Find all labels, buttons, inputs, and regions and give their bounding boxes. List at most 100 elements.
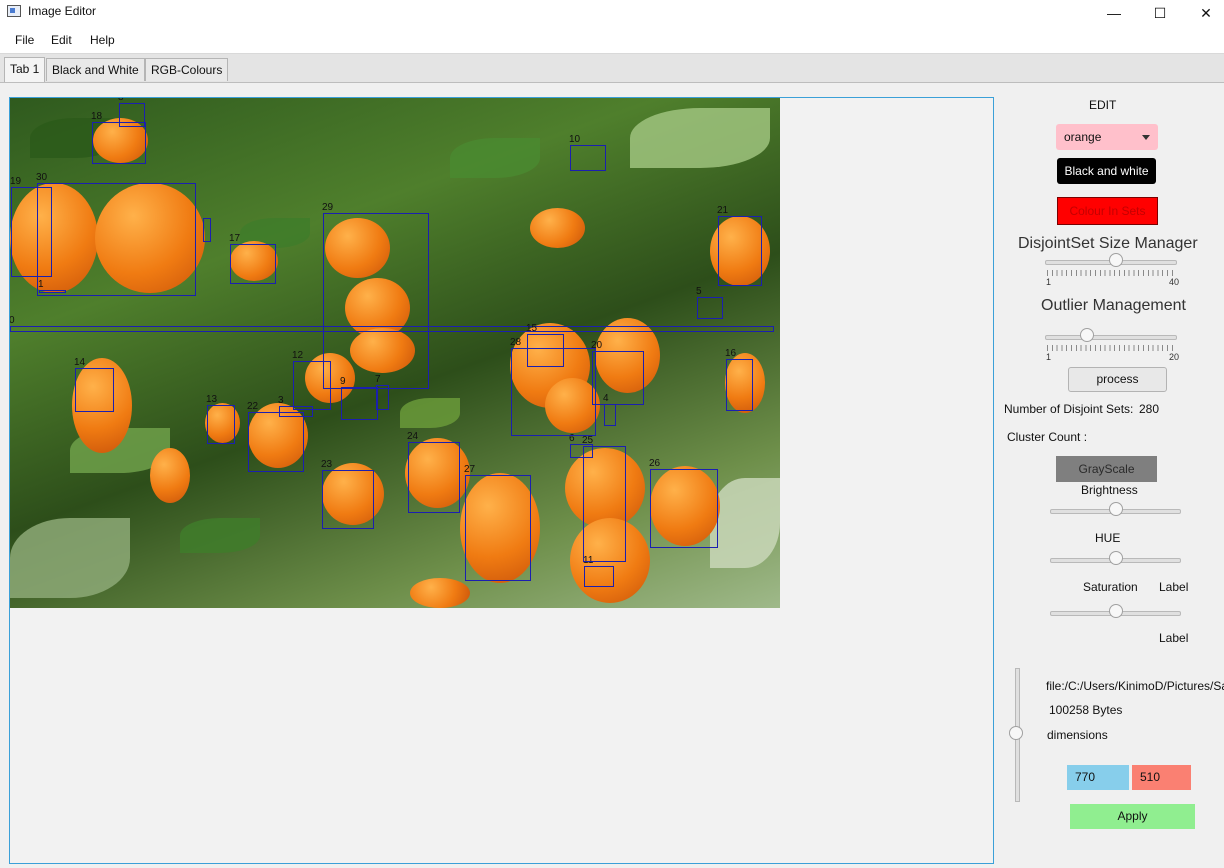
cluster-box bbox=[203, 218, 211, 242]
slider-thumb[interactable] bbox=[1109, 502, 1123, 516]
label-1: Label bbox=[1159, 580, 1189, 594]
cluster-box-label: 24 bbox=[407, 431, 419, 442]
cluster-box-label: 13 bbox=[206, 394, 218, 405]
cluster-box: 5 bbox=[696, 287, 723, 319]
cluster-box: 11 bbox=[583, 556, 614, 587]
brightness-label: Brightness bbox=[1081, 483, 1138, 497]
slider-thumb[interactable] bbox=[1109, 253, 1123, 267]
width-field[interactable]: 770 bbox=[1067, 765, 1129, 790]
cluster-box-label: 12 bbox=[292, 350, 304, 361]
grayscale-button[interactable]: GrayScale bbox=[1056, 456, 1157, 482]
colour-select-value: orange bbox=[1064, 130, 1102, 144]
cluster-box-label: 21 bbox=[717, 205, 729, 216]
cluster-box-label: 3 bbox=[278, 395, 284, 406]
slider-thumb[interactable] bbox=[1109, 604, 1123, 618]
file-size: 100258 Bytes bbox=[1049, 703, 1123, 717]
cluster-box: 4 bbox=[603, 394, 616, 426]
outlier-max-label: 20 bbox=[1169, 352, 1180, 362]
cluster-box: 13 bbox=[206, 395, 235, 444]
cluster-box: 27 bbox=[464, 465, 531, 581]
cluster-box-label: 0 bbox=[10, 315, 15, 326]
cluster-box-label: 25 bbox=[582, 435, 594, 446]
cluster-box: 26 bbox=[649, 459, 718, 548]
cluster-box-label: 5 bbox=[696, 286, 702, 297]
colour-in-sets-button[interactable]: Colour In Sets bbox=[1057, 197, 1158, 225]
cluster-box: 21 bbox=[717, 206, 762, 286]
tab-black-and-white[interactable]: Black and White bbox=[46, 58, 145, 81]
cluster-count-label: Cluster Count : bbox=[1007, 430, 1088, 444]
cluster-box-label: 16 bbox=[725, 348, 737, 359]
close-button[interactable]: ✕ bbox=[1183, 0, 1224, 26]
tab-bar: Tab 1 Black and White RGB-Colours bbox=[0, 54, 1224, 83]
outlier-slider[interactable] bbox=[1045, 328, 1177, 346]
image-canvas-pane[interactable]: 0 1 3 4 5 6 7 8 9 10 11 12 13 14 15 16 1… bbox=[9, 97, 994, 864]
cluster-box-label: 17 bbox=[229, 233, 241, 244]
outlier-slider-ticks bbox=[1047, 345, 1175, 351]
disjoint-set-size-title: DisjointSet Size Manager bbox=[1018, 235, 1198, 252]
app-icon bbox=[7, 5, 21, 17]
label-2: Label bbox=[1159, 631, 1189, 645]
disjoint-slider-ticks bbox=[1047, 270, 1175, 276]
cluster-box-label: 23 bbox=[321, 459, 333, 470]
slider-thumb[interactable] bbox=[1009, 726, 1023, 740]
slider-thumb[interactable] bbox=[1080, 328, 1094, 342]
vertical-slider[interactable] bbox=[1009, 668, 1023, 802]
cluster-box: 9 bbox=[340, 377, 378, 420]
dimensions-label: dimensions bbox=[1047, 728, 1108, 742]
cluster-box: 25 bbox=[582, 436, 626, 562]
cluster-box: 30 bbox=[36, 173, 196, 296]
cluster-box-label: 29 bbox=[322, 202, 334, 213]
cluster-box: 28 bbox=[510, 338, 596, 436]
process-button[interactable]: process bbox=[1068, 367, 1167, 392]
disjoint-count-value: 280 bbox=[1139, 402, 1160, 416]
cluster-box-label: 26 bbox=[649, 458, 661, 469]
saturation-label: Saturation bbox=[1083, 580, 1138, 594]
cluster-box-label: 28 bbox=[510, 337, 522, 348]
cluster-box-label: 19 bbox=[10, 176, 22, 187]
edit-heading: EDIT bbox=[1089, 98, 1117, 112]
saturation-slider[interactable] bbox=[1050, 604, 1181, 622]
brightness-slider[interactable] bbox=[1050, 502, 1181, 520]
outlier-management-title: Outlier Management bbox=[1041, 297, 1186, 314]
hue-label: HUE bbox=[1095, 531, 1121, 545]
cluster-box-label: 22 bbox=[247, 401, 259, 412]
black-and-white-button[interactable]: Black and white bbox=[1057, 158, 1156, 184]
file-path: file:/C:/Users/KinimoD/Pictures/Sa bbox=[1046, 679, 1224, 693]
disjoint-min-label: 1 bbox=[1046, 277, 1052, 287]
tab-1[interactable]: Tab 1 bbox=[4, 57, 46, 82]
cluster-box: 24 bbox=[407, 432, 460, 513]
cluster-box-label: 27 bbox=[464, 464, 476, 475]
cluster-box: 29 bbox=[322, 203, 429, 389]
cluster-box: 18 bbox=[91, 112, 146, 164]
cluster-box-label: 8 bbox=[118, 98, 124, 103]
cluster-box-label: 30 bbox=[36, 172, 48, 183]
menu-bar: File Edit Help bbox=[0, 26, 1224, 54]
menu-edit[interactable]: Edit bbox=[51, 33, 72, 47]
cluster-box-label: 14 bbox=[74, 357, 86, 368]
cluster-box: 16 bbox=[725, 349, 753, 411]
window-title: Image Editor bbox=[28, 4, 97, 18]
minimize-button[interactable]: — bbox=[1091, 0, 1137, 26]
outlier-min-label: 1 bbox=[1046, 352, 1052, 362]
disjoint-count-label: Number of Disjoint Sets: bbox=[1004, 402, 1134, 416]
cluster-box-label: 15 bbox=[526, 323, 538, 334]
cluster-box-label: 18 bbox=[91, 111, 103, 122]
chevron-down-icon bbox=[1142, 135, 1150, 140]
colour-select-dropdown[interactable]: orange bbox=[1056, 124, 1158, 150]
apply-button[interactable]: Apply bbox=[1070, 804, 1195, 829]
tab-rgb-colours[interactable]: RGB-Colours bbox=[145, 58, 229, 81]
slider-thumb[interactable] bbox=[1109, 551, 1123, 565]
disjoint-max-label: 40 bbox=[1169, 277, 1180, 287]
height-field[interactable]: 510 bbox=[1132, 765, 1191, 790]
hue-slider[interactable] bbox=[1050, 551, 1181, 569]
cluster-box: 17 bbox=[229, 234, 276, 284]
maximize-button[interactable]: ☐ bbox=[1137, 0, 1183, 26]
orange-tree-photo: 0 1 3 4 5 6 7 8 9 10 11 12 13 14 15 16 1… bbox=[10, 98, 780, 608]
menu-help[interactable]: Help bbox=[90, 33, 115, 47]
title-bar: Image Editor — ☐ ✕ bbox=[0, 0, 1224, 26]
cluster-box: 23 bbox=[321, 460, 374, 529]
disjoint-set-size-slider[interactable] bbox=[1045, 253, 1177, 271]
cluster-box: 22 bbox=[247, 402, 304, 472]
menu-file[interactable]: File bbox=[15, 33, 34, 47]
cluster-box-label: 10 bbox=[569, 134, 581, 145]
